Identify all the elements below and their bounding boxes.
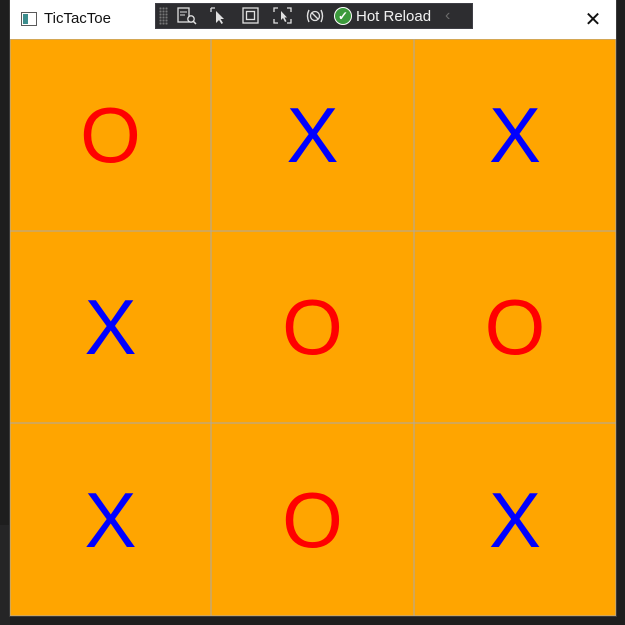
cell-r1-c3[interactable]: X — [414, 39, 616, 231]
track-focus-icon[interactable] — [270, 5, 296, 27]
visual-tree-icon[interactable] — [174, 5, 200, 27]
cell-r3-c2[interactable]: O — [211, 423, 414, 616]
cell-r2-c2[interactable]: O — [211, 231, 414, 423]
toolbar-grip-icon[interactable] — [159, 7, 168, 25]
collapse-toolbar-chevron-icon[interactable]: ‹ — [445, 7, 450, 25]
cell-r1-c2[interactable]: X — [211, 39, 414, 231]
select-element-icon[interactable] — [206, 5, 232, 27]
hot-reload-button[interactable]: ✓ Hot Reload — [334, 5, 431, 27]
xaml-runtime-toolbar: ✓ Hot Reload ‹ — [155, 3, 473, 29]
ide-backdrop — [617, 0, 625, 625]
hot-reload-label: Hot Reload — [356, 7, 432, 25]
tictactoe-window: TicTacToe ✓ Hot Reload ‹ ✕ O X X X O O X… — [10, 0, 616, 616]
cell-r3-c3[interactable]: X — [414, 423, 616, 616]
close-button[interactable]: ✕ — [570, 0, 616, 39]
cell-r2-c3[interactable]: O — [414, 231, 616, 423]
cell-r3-c1[interactable]: X — [10, 423, 211, 616]
cell-r1-c1[interactable]: O — [10, 39, 211, 231]
hot-reload-status-icon: ✓ — [334, 7, 352, 25]
title-bar: TicTacToe ✓ Hot Reload ‹ ✕ — [10, 0, 616, 39]
cell-r2-c1[interactable]: X — [10, 231, 211, 423]
ide-backdrop-bottom — [0, 525, 10, 625]
game-board: O X X X O O X O X — [10, 39, 616, 616]
app-window-icon — [21, 12, 37, 26]
window-title: TicTacToe — [44, 10, 111, 27]
binding-failures-icon[interactable] — [302, 5, 328, 27]
display-adorners-icon[interactable] — [238, 5, 264, 27]
